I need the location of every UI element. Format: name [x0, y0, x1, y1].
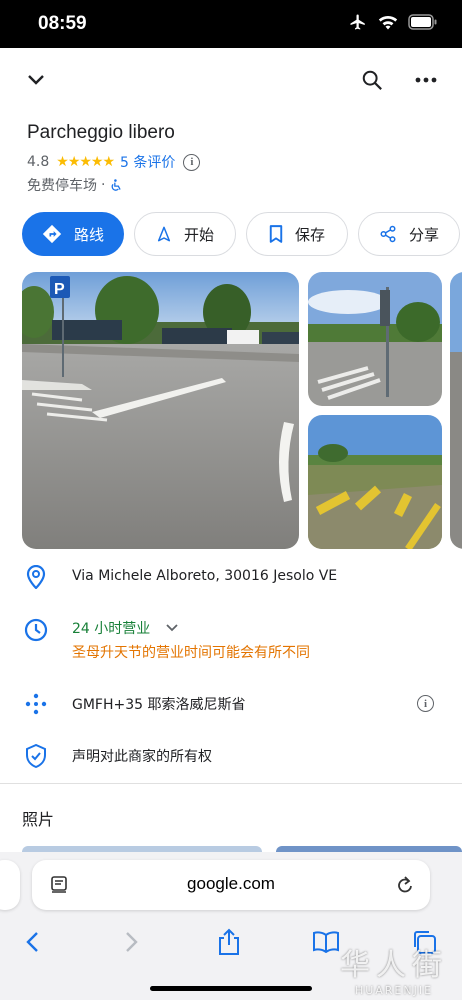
rating-row: 4.8 ★★★★★ 5 条评价 i — [27, 152, 201, 172]
category-row: 免费停车场 · — [27, 175, 123, 195]
collapse-button[interactable] — [20, 64, 52, 96]
plus-code-info-icon[interactable]: i — [417, 695, 434, 712]
share-icon — [380, 225, 396, 243]
more-horizontal-icon — [415, 77, 437, 83]
clock-icon — [24, 618, 48, 642]
place-title: Parcheggio libero — [27, 122, 175, 143]
search-icon — [362, 70, 382, 90]
back-button[interactable] — [12, 922, 52, 962]
start-label: 开始 — [183, 225, 214, 244]
save-button[interactable]: 保存 — [246, 212, 348, 256]
share-page-button[interactable] — [209, 922, 249, 962]
reload-icon[interactable] — [396, 875, 414, 895]
hours-status: 24 小时营业 — [72, 618, 310, 638]
hours-warning-text: 圣母升天节的营业时间可能会有所不同 — [72, 645, 310, 661]
previous-tab-edge[interactable] — [0, 860, 20, 910]
url-text: google.com — [187, 874, 275, 893]
wifi-icon — [378, 16, 398, 30]
rating-value: 4.8 — [27, 154, 50, 170]
shield-check-icon — [24, 744, 48, 768]
bookmark-icon — [269, 225, 283, 243]
chevron-down-icon — [28, 75, 44, 85]
watermark: 华人街 HUARENJIE — [340, 940, 448, 997]
expand-hours-icon[interactable] — [166, 624, 178, 632]
claim-business-text: 声明对此商家的所有权 — [72, 749, 212, 765]
share-upload-icon — [219, 928, 239, 955]
rating-stars: ★★★★★ — [56, 154, 115, 170]
location-pin-icon — [24, 565, 48, 589]
photo-2[interactable] — [308, 272, 442, 406]
plus-code-text: GMFH+35 耶索洛威尼斯省 — [72, 697, 246, 713]
airplane-icon — [350, 14, 365, 30]
directions-button[interactable]: 路线 — [22, 212, 124, 256]
photos-section-title: 照片 — [22, 810, 55, 829]
photo-gallery: P — [22, 272, 462, 550]
wheelchair-icon — [112, 178, 122, 191]
more-options-button[interactable] — [410, 64, 442, 96]
info-icon[interactable]: i — [183, 153, 201, 171]
hours-open-text: 24 小时营业 — [72, 621, 151, 637]
back-arrow-icon — [26, 932, 38, 952]
search-button[interactable] — [356, 64, 388, 96]
share-button[interactable]: 分享 — [358, 212, 460, 256]
forward-button[interactable] — [112, 922, 152, 962]
separator-dot: · — [101, 177, 106, 193]
section-divider — [0, 783, 462, 784]
photo-4-peek[interactable] — [450, 272, 462, 549]
address-bar[interactable]: google.com — [32, 860, 430, 910]
place-top-bar — [0, 48, 462, 112]
status-bar: 08:59 — [0, 0, 462, 48]
place-category: 免费停车场 — [27, 178, 97, 194]
photo-main[interactable]: P — [22, 272, 299, 549]
address-text: Via Michele Alboreto, 30016 Jesolo VE — [72, 568, 338, 584]
watermark-main: 华人街 — [340, 948, 448, 983]
action-chips: 路线 开始 保存 分享 — [22, 212, 462, 256]
hours-block: 24 小时营业 圣母升天节的营业时间可能会有所不同 — [72, 618, 310, 662]
navigation-arrow-icon — [157, 226, 171, 242]
forward-arrow-icon — [126, 932, 138, 952]
svg-text:P: P — [54, 281, 65, 298]
plus-code-icon — [24, 692, 48, 716]
browser-toolbar: google.com 华人街 HUARENJIE — [0, 852, 462, 1000]
directions-icon — [42, 224, 62, 244]
photo-3[interactable] — [308, 415, 442, 549]
watermark-sub: HUARENJIE — [354, 984, 434, 997]
directions-label: 路线 — [73, 225, 104, 244]
book-icon — [313, 931, 339, 953]
save-label: 保存 — [294, 225, 325, 244]
status-icons — [348, 13, 438, 31]
start-button[interactable]: 开始 — [134, 212, 236, 256]
reviews-link[interactable]: 5 条评价 — [120, 152, 175, 172]
status-time: 08:59 — [38, 13, 87, 34]
battery-icon — [408, 14, 437, 30]
home-indicator — [150, 986, 312, 991]
share-label: 分享 — [408, 225, 439, 244]
